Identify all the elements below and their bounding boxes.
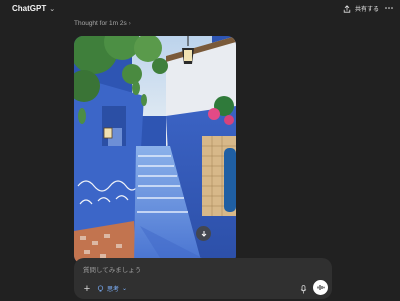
message-composer: + 思考 ⌄ — [74, 258, 332, 299]
chevron-down-icon: ⌄ — [122, 286, 128, 292]
top-bar: ChatGPT ⌄ 共有する — [0, 0, 400, 20]
more-dots-icon — [385, 7, 393, 9]
chevron-right-icon: › — [128, 20, 131, 27]
generated-image[interactable] — [74, 36, 236, 264]
think-toggle-button[interactable]: 思考 ⌄ — [97, 284, 127, 293]
thought-label: Thought for 1m 2s — [74, 20, 127, 27]
chevron-down-icon: ⌄ — [49, 5, 56, 13]
share-icon — [343, 4, 351, 13]
download-button[interactable] — [196, 226, 211, 241]
more-options-button[interactable] — [384, 3, 394, 13]
share-button[interactable]: 共有する — [343, 4, 379, 13]
share-label: 共有する — [354, 7, 379, 13]
waveform-icon — [317, 285, 324, 290]
add-attachment-button[interactable]: + — [83, 282, 91, 295]
plus-icon: + — [83, 282, 91, 295]
chefchaouen-alley-illustration — [74, 36, 236, 264]
download-icon — [201, 230, 206, 237]
voice-mode-button[interactable] — [313, 280, 328, 295]
message-input[interactable] — [83, 264, 283, 276]
think-label: 思考 — [107, 287, 120, 293]
app-title: ChatGPT — [12, 4, 47, 13]
lightbulb-icon — [97, 285, 104, 292]
model-selector[interactable]: ChatGPT ⌄ — [12, 4, 55, 13]
microphone-icon[interactable] — [300, 285, 307, 294]
thought-duration-toggle[interactable]: Thought for 1m 2s › — [74, 20, 131, 27]
